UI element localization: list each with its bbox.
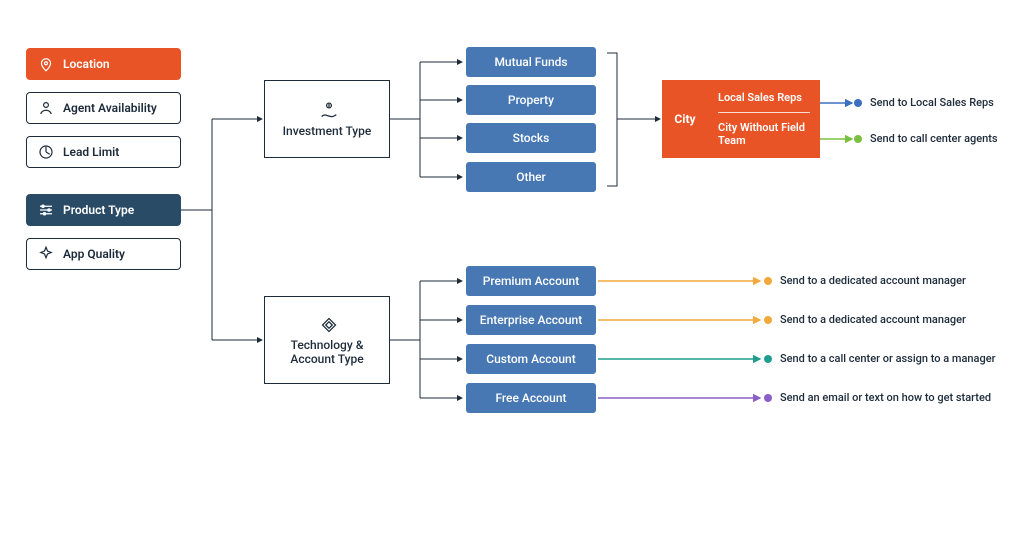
dot-icon — [764, 394, 772, 402]
action-enterprise: Send to a dedicated account manager — [764, 313, 966, 326]
action-local-sales-reps: Send to Local Sales Reps — [854, 96, 994, 109]
option-stocks: Stocks — [466, 123, 596, 153]
dot-icon — [854, 99, 862, 107]
filter-agent-availability[interactable]: Agent Availability — [26, 92, 181, 124]
sliders-icon — [37, 201, 55, 219]
action-free: Send an email or text on how to get star… — [764, 391, 991, 404]
option-enterprise-account: Enterprise Account — [466, 305, 596, 335]
option-free-account: Free Account — [466, 383, 596, 413]
option-premium-account: Premium Account — [466, 266, 596, 296]
action-label: Send to a call center or assign to a man… — [780, 352, 996, 365]
filter-label: Product Type — [63, 203, 134, 217]
gauge-icon — [37, 143, 55, 161]
option-custom-account: Custom Account — [466, 344, 596, 374]
dot-icon — [764, 277, 772, 285]
filter-label: Location — [63, 57, 110, 71]
action-premium: Send to a dedicated account manager — [764, 274, 966, 287]
city-label: City — [662, 80, 708, 158]
option-mutual-funds: Mutual Funds — [466, 47, 596, 77]
hand-coin-icon — [318, 100, 336, 118]
node-city: City Local Sales Reps City Without Field… — [662, 80, 820, 158]
node-technology-account-type: Technology & Account Type — [264, 296, 390, 384]
action-label: Send to a dedicated account manager — [780, 274, 966, 287]
city-row-without-field-team: City Without Field Team — [718, 112, 810, 155]
dot-icon — [854, 135, 862, 143]
filter-product-type[interactable]: Product Type — [26, 194, 181, 226]
user-icon — [37, 99, 55, 117]
option-property: Property — [466, 85, 596, 115]
action-custom: Send to a call center or assign to a man… — [764, 352, 996, 365]
filter-label: Agent Availability — [63, 101, 157, 115]
action-label: Send an email or text on how to get star… — [780, 391, 991, 404]
filter-lead-limit[interactable]: Lead Limit — [26, 136, 181, 168]
action-label: Send to call center agents — [870, 132, 998, 145]
action-call-center-agents: Send to call center agents — [854, 132, 998, 145]
dot-icon — [764, 316, 772, 324]
location-pin-icon — [37, 55, 55, 73]
action-label: Send to a dedicated account manager — [780, 313, 966, 326]
filter-label: Lead Limit — [63, 145, 119, 159]
node-label: Investment Type — [283, 124, 372, 138]
filter-app-quality[interactable]: App Quality — [26, 238, 181, 270]
dot-icon — [764, 355, 772, 363]
filter-location[interactable]: Location — [26, 48, 181, 80]
city-row-local-sales-reps: Local Sales Reps — [718, 83, 810, 112]
diamond-icon — [318, 314, 336, 332]
filter-label: App Quality — [63, 247, 125, 261]
node-label: Technology & Account Type — [275, 338, 379, 366]
node-investment-type: Investment Type — [264, 80, 390, 158]
option-other: Other — [466, 162, 596, 192]
sparkle-icon — [37, 245, 55, 263]
action-label: Send to Local Sales Reps — [870, 96, 994, 109]
